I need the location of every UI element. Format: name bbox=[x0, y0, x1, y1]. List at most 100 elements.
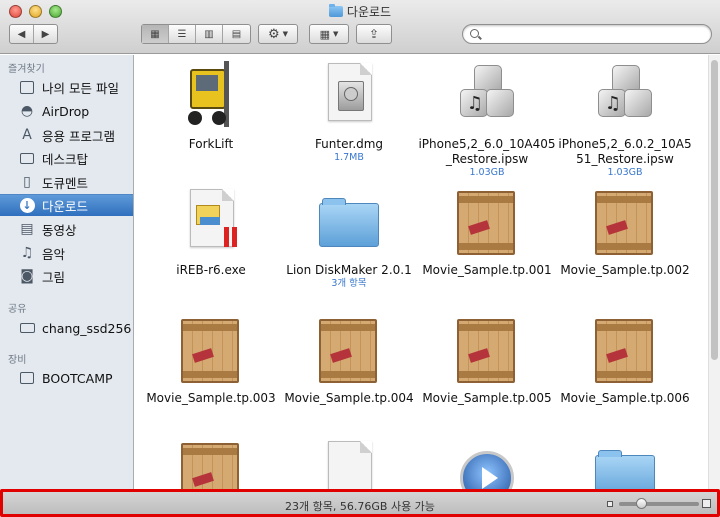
sidebar-section-favorites: 즐겨찾기 bbox=[8, 64, 45, 75]
file-info: 1.7MB bbox=[334, 152, 364, 163]
view-control: ▦ ☰ ▥ ▤ bbox=[141, 24, 251, 44]
sidebar-item-applications[interactable]: A 응용 프로그램 bbox=[0, 124, 133, 146]
forward-button[interactable]: ▶ bbox=[34, 25, 57, 43]
disk-icon bbox=[18, 370, 36, 386]
large-icon-size-icon bbox=[702, 499, 711, 508]
file-name: iPhone5,2_6.0_10A405_Restore.ipsw bbox=[418, 137, 556, 166]
column-view-button[interactable]: ▥ bbox=[196, 25, 223, 43]
list-icon: ☰ bbox=[177, 28, 187, 40]
back-forward-control: ◀ ▶ bbox=[9, 24, 58, 44]
archive-crate-icon bbox=[176, 439, 246, 489]
file-name: Movie_Sample.tp.003 bbox=[146, 391, 276, 405]
forklift-icon bbox=[176, 61, 246, 133]
sidebar-item-documents[interactable]: ▯ 도큐멘트 bbox=[0, 171, 133, 193]
coverflow-view-button[interactable]: ▤ bbox=[223, 25, 250, 43]
movies-icon: ▤ bbox=[20, 221, 34, 237]
sidebar-item-pictures[interactable]: ◙ 그림 bbox=[0, 265, 133, 287]
downloads-icon: ↓ bbox=[18, 198, 36, 214]
finder-window: 다운로드 ◀ ▶ ▦ ☰ ▥ ▤ ⚙ ▼ ▦ ▼ ⇪ 즐겨찾기 나의 모든 파일… bbox=[0, 0, 720, 517]
chevron-right-icon: ▶ bbox=[41, 28, 50, 40]
document-icon bbox=[314, 439, 384, 489]
archive-crate-icon bbox=[590, 315, 660, 387]
file-item[interactable]: Movie_Sample.tp.005 bbox=[417, 315, 557, 406]
file-name: iREB-r6.exe bbox=[176, 263, 246, 277]
sidebar-item-bootcamp[interactable]: BOOTCAMP bbox=[0, 367, 133, 389]
search-input[interactable] bbox=[462, 24, 712, 44]
chevron-down-icon: ▼ bbox=[333, 30, 339, 38]
ipsw-file-icon: ♫ bbox=[590, 61, 660, 133]
file-item[interactable]: ForkLift bbox=[141, 61, 281, 152]
file-name: Movie_Sample.tp.004 bbox=[284, 391, 414, 405]
music-icon: ♫ bbox=[20, 245, 34, 261]
file-info: 3개 항목 bbox=[331, 278, 367, 289]
file-item[interactable] bbox=[417, 439, 557, 489]
sidebar-item-movies[interactable]: ▤ 동영상 bbox=[0, 218, 133, 240]
file-info: 1.03GB bbox=[607, 167, 643, 178]
computer-icon bbox=[18, 320, 36, 336]
applications-icon: A bbox=[22, 127, 32, 143]
search-icon bbox=[470, 29, 479, 38]
file-item[interactable] bbox=[555, 439, 695, 489]
sidebar: 즐겨찾기 나의 모든 파일 ◓ AirDrop A 응용 프로그램 데스크탑 ▯… bbox=[0, 55, 134, 489]
action-menu-button[interactable]: ⚙ ▼ bbox=[258, 24, 298, 44]
icon-view-button[interactable]: ▦ bbox=[142, 25, 169, 43]
sidebar-item-downloads[interactable]: ↓ 다운로드 bbox=[0, 194, 133, 216]
file-name: Movie_Sample.tp.006 bbox=[560, 391, 690, 405]
file-item[interactable]: ♫ iPhone5,2_6.0_10A405_Restore.ipsw 1.03… bbox=[417, 61, 557, 179]
file-item[interactable]: iREB-r6.exe bbox=[141, 187, 281, 278]
coverflow-icon: ▤ bbox=[231, 28, 242, 40]
sidebar-section-devices: 장비 bbox=[8, 355, 27, 366]
sidebar-item-chang-ssd256[interactable]: chang_ssd256 bbox=[0, 317, 133, 339]
file-item[interactable] bbox=[141, 439, 281, 489]
ipsw-file-icon: ♫ bbox=[452, 61, 522, 133]
scrollbar-thumb[interactable] bbox=[711, 60, 718, 360]
archive-crate-icon bbox=[452, 315, 522, 387]
small-icon-size-icon bbox=[607, 501, 613, 507]
file-info: 1.03GB bbox=[469, 167, 505, 178]
arrange-menu-button[interactable]: ▦ ▼ bbox=[309, 24, 349, 44]
file-item[interactable]: Movie_Sample.tp.002 bbox=[555, 187, 695, 278]
chevron-left-icon: ◀ bbox=[17, 28, 26, 40]
share-button[interactable]: ⇪ bbox=[356, 24, 392, 44]
desktop-icon bbox=[18, 150, 36, 166]
file-item[interactable]: Movie_Sample.tp.001 bbox=[417, 187, 557, 278]
columns-icon: ▥ bbox=[204, 28, 214, 40]
file-item[interactable]: Lion DiskMaker 2.0.1 3개 항목 bbox=[279, 187, 419, 290]
sidebar-item-music[interactable]: ♫ 음악 bbox=[0, 242, 133, 264]
pictures-icon: ◙ bbox=[20, 268, 34, 284]
back-button[interactable]: ◀ bbox=[10, 25, 34, 43]
file-name: iPhone5,2_6.0.2_10A551_Restore.ipsw bbox=[558, 137, 692, 166]
archive-crate-icon bbox=[314, 315, 384, 387]
airdrop-icon: ◓ bbox=[20, 103, 34, 119]
file-name: Movie_Sample.tp.005 bbox=[422, 391, 552, 405]
file-item[interactable]: Funter.dmg 1.7MB bbox=[279, 61, 419, 164]
file-item[interactable]: Movie_Sample.tp.006 bbox=[555, 315, 695, 406]
share-icon: ⇪ bbox=[368, 27, 380, 41]
sidebar-section-shared: 공유 bbox=[8, 304, 27, 315]
sidebar-item-desktop[interactable]: 데스크탑 bbox=[0, 147, 133, 169]
icon-size-slider[interactable] bbox=[619, 498, 699, 509]
exe-file-icon bbox=[176, 187, 246, 259]
status-bar: 23개 항목, 56.76GB 사용 가능 bbox=[0, 489, 720, 517]
archive-crate-icon bbox=[590, 187, 660, 259]
folder-icon bbox=[590, 439, 660, 489]
gear-icon: ⚙ bbox=[267, 26, 280, 42]
file-item[interactable] bbox=[279, 439, 419, 489]
dmg-file-icon bbox=[314, 61, 384, 133]
documents-icon: ▯ bbox=[23, 174, 31, 190]
archive-crate-icon bbox=[176, 315, 246, 387]
chevron-down-icon: ▼ bbox=[282, 30, 289, 38]
file-item[interactable]: Movie_Sample.tp.003 bbox=[141, 315, 281, 406]
sidebar-item-all-files[interactable]: 나의 모든 파일 bbox=[0, 76, 133, 98]
file-item[interactable]: Movie_Sample.tp.004 bbox=[279, 315, 419, 406]
quicktime-icon bbox=[452, 439, 522, 489]
file-name: Lion DiskMaker 2.0.1 bbox=[286, 263, 412, 277]
list-view-button[interactable]: ☰ bbox=[169, 25, 196, 43]
all-files-icon bbox=[18, 79, 36, 95]
vertical-scrollbar[interactable] bbox=[708, 55, 720, 489]
sidebar-item-airdrop[interactable]: ◓ AirDrop bbox=[0, 100, 133, 122]
folder-icon bbox=[314, 187, 384, 259]
window-title: 다운로드 bbox=[0, 3, 720, 20]
arrange-grid-icon: ▦ bbox=[319, 27, 330, 41]
file-item[interactable]: ♫ iPhone5,2_6.0.2_10A551_Restore.ipsw 1.… bbox=[555, 61, 695, 179]
